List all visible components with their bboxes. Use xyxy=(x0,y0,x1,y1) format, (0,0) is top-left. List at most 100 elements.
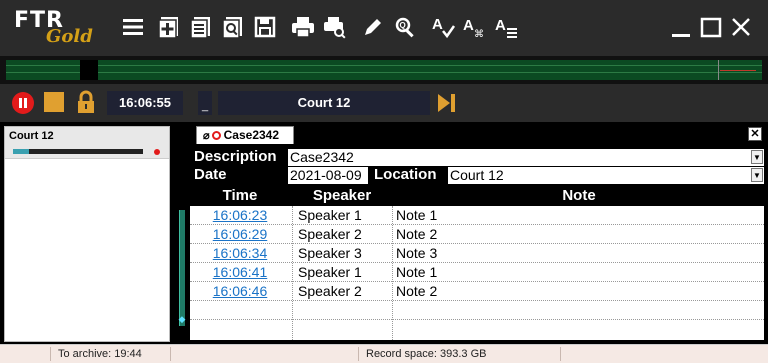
audio-level-fill xyxy=(13,149,29,154)
channel-display[interactable]: Court 12 xyxy=(218,91,430,115)
note-cell[interactable]: Note 1 xyxy=(394,207,764,225)
recording-indicator-icon xyxy=(154,149,160,155)
time-link[interactable]: 16:06:41 xyxy=(190,264,290,282)
current-time-display: 16:06:55 xyxy=(107,91,183,115)
speaker-cell[interactable]: Speaker 2 xyxy=(296,283,390,301)
timeline-marker[interactable] xyxy=(718,60,719,80)
record-space-status: Record space: 393.3 GB xyxy=(366,348,487,360)
description-value: Case2342 xyxy=(290,149,354,165)
svg-text:Q: Q xyxy=(400,21,406,30)
pause-icon xyxy=(24,98,27,108)
status-divider xyxy=(560,347,561,361)
column-divider xyxy=(292,206,293,340)
speaker-cell[interactable]: Speaker 3 xyxy=(296,245,390,263)
location-value: Court 12 xyxy=(450,167,504,183)
timeline-track[interactable] xyxy=(6,60,762,80)
playback-position-strip[interactable]: ◆ xyxy=(176,210,188,326)
playhead-line xyxy=(720,70,756,71)
table-row[interactable]: 16:06:41 Speaker 1 Note 1 xyxy=(190,263,764,282)
svg-text:A: A xyxy=(432,16,443,33)
record-pause-button[interactable] xyxy=(12,92,34,114)
new-note-icon[interactable] xyxy=(156,14,182,40)
speaker-cell[interactable]: Speaker 2 xyxy=(296,226,390,244)
lock-icon[interactable] xyxy=(76,90,96,114)
chevron-down-icon[interactable]: ▼ xyxy=(751,150,763,164)
time-link[interactable]: 16:06:34 xyxy=(190,245,290,263)
timeline-channel-line xyxy=(6,65,762,66)
time-link[interactable]: 16:06:23 xyxy=(190,207,290,225)
paperclip-icon: ⌀ xyxy=(203,130,210,142)
table-row[interactable]: 16:06:34 Speaker 3 Note 3 xyxy=(190,244,764,263)
chevron-down-icon[interactable]: ▼ xyxy=(751,168,763,182)
date-field[interactable]: 2021-08-09 xyxy=(288,167,368,184)
column-header-time[interactable]: Time xyxy=(190,187,290,204)
tab-case[interactable]: ⌀ Case2342 xyxy=(196,126,294,144)
table-row[interactable]: 16:06:29 Speaker 2 Note 2 xyxy=(190,225,764,244)
location-field[interactable]: Court 12 ▼ xyxy=(448,167,764,184)
note-cell[interactable]: Note 2 xyxy=(394,226,764,244)
pause-icon xyxy=(19,98,22,108)
ftr-gold-logo: FTR Gold xyxy=(10,6,100,50)
text-format-icon[interactable]: A xyxy=(494,14,520,40)
speaker-cell[interactable]: Speaker 1 xyxy=(296,264,390,282)
edit-pen-icon[interactable] xyxy=(360,14,386,40)
date-label: Date xyxy=(194,166,227,183)
note-cell[interactable]: Note 3 xyxy=(394,245,764,263)
time-link[interactable]: 16:06:46 xyxy=(190,283,290,301)
menu-icon[interactable] xyxy=(120,14,146,40)
notes-editor: ◆ Description Case2342 ▼ Date 2021-08-09… xyxy=(176,144,766,342)
note-cell[interactable]: Note 1 xyxy=(394,264,764,282)
time-link[interactable]: 16:06:29 xyxy=(190,226,290,244)
channel-selector-small[interactable]: _ xyxy=(198,91,212,115)
tab-label: Case2342 xyxy=(223,128,280,142)
status-bar: To archive: 19:44 Record space: 393.3 GB xyxy=(0,344,768,363)
speaker-cell[interactable]: Speaker 1 xyxy=(296,207,390,225)
table-row-empty[interactable] xyxy=(190,301,764,320)
column-header-speaker[interactable]: Speaker xyxy=(294,187,390,204)
room-item[interactable]: Court 12 xyxy=(5,127,169,159)
close-tab-icon[interactable]: ✕ xyxy=(748,127,762,141)
autocorrect-icon[interactable]: A ⌘ xyxy=(462,14,488,40)
column-header-note[interactable]: Note xyxy=(394,187,764,204)
room-name: Court 12 xyxy=(9,130,54,142)
logo-sub: Gold xyxy=(46,26,93,47)
status-divider xyxy=(358,347,359,361)
minimize-icon[interactable] xyxy=(668,14,694,40)
notes-list-icon[interactable] xyxy=(188,14,214,40)
recording-ring-icon xyxy=(211,131,221,140)
date-value: 2021-08-09 xyxy=(290,167,362,183)
main-area: Court 12 ⌀ Case2342 ✕ ◆ Description Case2… xyxy=(0,122,768,344)
position-bar xyxy=(179,210,185,326)
table-header: Time Speaker Note xyxy=(190,186,764,206)
table-row[interactable]: 16:06:23 Speaker 1 Note 1 xyxy=(190,206,764,225)
stop-button[interactable] xyxy=(44,92,64,112)
timeline-channel-line xyxy=(6,72,762,73)
room-list: Court 12 xyxy=(4,126,170,342)
note-cell[interactable]: Note 2 xyxy=(394,283,764,301)
close-icon[interactable] xyxy=(728,14,754,40)
title-bar: FTR Gold Q A A ⌘ A xyxy=(0,0,768,56)
zoom-icon[interactable]: Q xyxy=(392,14,418,40)
save-icon[interactable] xyxy=(252,14,278,40)
tab-strip: ⌀ Case2342 xyxy=(176,126,766,144)
session-metadata: Description Case2342 ▼ Date 2021-08-09 L… xyxy=(190,148,764,184)
print-preview-icon[interactable] xyxy=(322,14,348,40)
description-field[interactable]: Case2342 ▼ xyxy=(288,149,764,166)
location-label: Location xyxy=(374,166,437,183)
table-row[interactable]: 16:06:46 Speaker 2 Note 2 xyxy=(190,282,764,301)
column-divider xyxy=(392,206,393,340)
timeline-waveform[interactable] xyxy=(0,56,768,84)
audio-level-meter xyxy=(13,149,143,154)
search-notes-icon[interactable] xyxy=(220,14,246,40)
print-icon[interactable] xyxy=(290,14,316,40)
svg-text:A: A xyxy=(463,17,474,34)
spellcheck-icon[interactable]: A xyxy=(430,14,456,40)
timeline-gap xyxy=(80,60,98,80)
description-label: Description xyxy=(194,148,277,165)
notes-table: Time Speaker Note 16:06:23 Speaker 1 Not… xyxy=(190,186,764,340)
transport-bar: 16:06:55 _ Court 12 xyxy=(0,84,768,122)
skip-to-end-icon[interactable] xyxy=(436,92,458,114)
position-arrow-icon[interactable]: ◆ xyxy=(176,315,188,324)
status-divider xyxy=(50,347,51,361)
maximize-icon[interactable] xyxy=(698,14,724,40)
